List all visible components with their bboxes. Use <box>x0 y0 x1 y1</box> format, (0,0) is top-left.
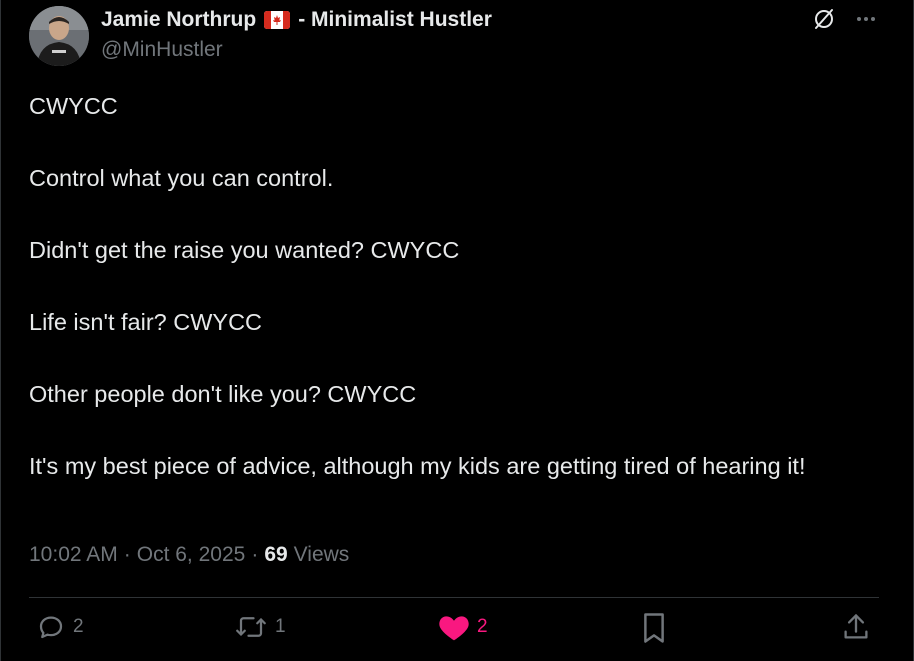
like-button[interactable]: 2 <box>438 612 488 642</box>
tweet-paragraph: Didn't get the raise you wanted? CWYCC <box>29 237 460 263</box>
tweet-paragraph: Control what you can control. <box>29 165 334 191</box>
author-display-name[interactable]: Jamie Northrup <box>101 8 256 32</box>
grok-icon[interactable] <box>812 7 836 31</box>
views-label[interactable]: Views <box>294 543 350 567</box>
tweet-text: CWYCC Control what you can control. Didn… <box>29 88 889 484</box>
heart-icon <box>438 612 470 642</box>
author-name-row[interactable]: Jamie Northrup - Minimalist Hustler <box>101 8 492 32</box>
author-name-suffix[interactable]: - Minimalist Hustler <box>298 8 492 32</box>
action-bar: 2 1 2 <box>0 612 914 656</box>
frame-left-border <box>0 0 1 661</box>
share-button[interactable] <box>842 612 870 642</box>
reply-count: 2 <box>73 616 84 637</box>
bookmark-icon <box>641 612 667 644</box>
retweet-icon <box>234 612 268 642</box>
meta-separator: · <box>123 543 131 566</box>
reply-icon <box>36 612 66 642</box>
tweet-paragraph: Other people don't like you? CWYCC <box>29 381 417 407</box>
tweet-paragraph: Life isn't fair? CWYCC <box>29 309 263 335</box>
views-count[interactable]: 69 <box>264 543 287 567</box>
canada-flag-icon <box>264 11 291 29</box>
retweet-button[interactable]: 1 <box>234 612 286 642</box>
avatar-image <box>29 6 89 66</box>
avatar[interactable] <box>29 6 89 66</box>
tweet-time[interactable]: 10:02 AM <box>29 543 118 567</box>
divider <box>29 597 879 598</box>
author-handle[interactable]: @MinHustler <box>101 38 223 62</box>
retweet-count: 1 <box>275 616 286 637</box>
tweet-date[interactable]: Oct 6, 2025 <box>137 543 246 567</box>
share-icon <box>842 612 870 642</box>
top-actions <box>812 7 878 31</box>
reply-button[interactable]: 2 <box>36 612 84 642</box>
tweet-paragraph: CWYCC <box>29 93 118 119</box>
bookmark-button[interactable] <box>641 612 667 644</box>
tweet-meta: 10:02 AM · Oct 6, 2025 · 69 Views <box>29 543 349 567</box>
like-count: 2 <box>477 616 488 637</box>
more-options-icon[interactable] <box>854 7 878 31</box>
tweet-paragraph: It's my best piece of advice, although m… <box>29 453 806 479</box>
meta-separator: · <box>251 543 259 566</box>
